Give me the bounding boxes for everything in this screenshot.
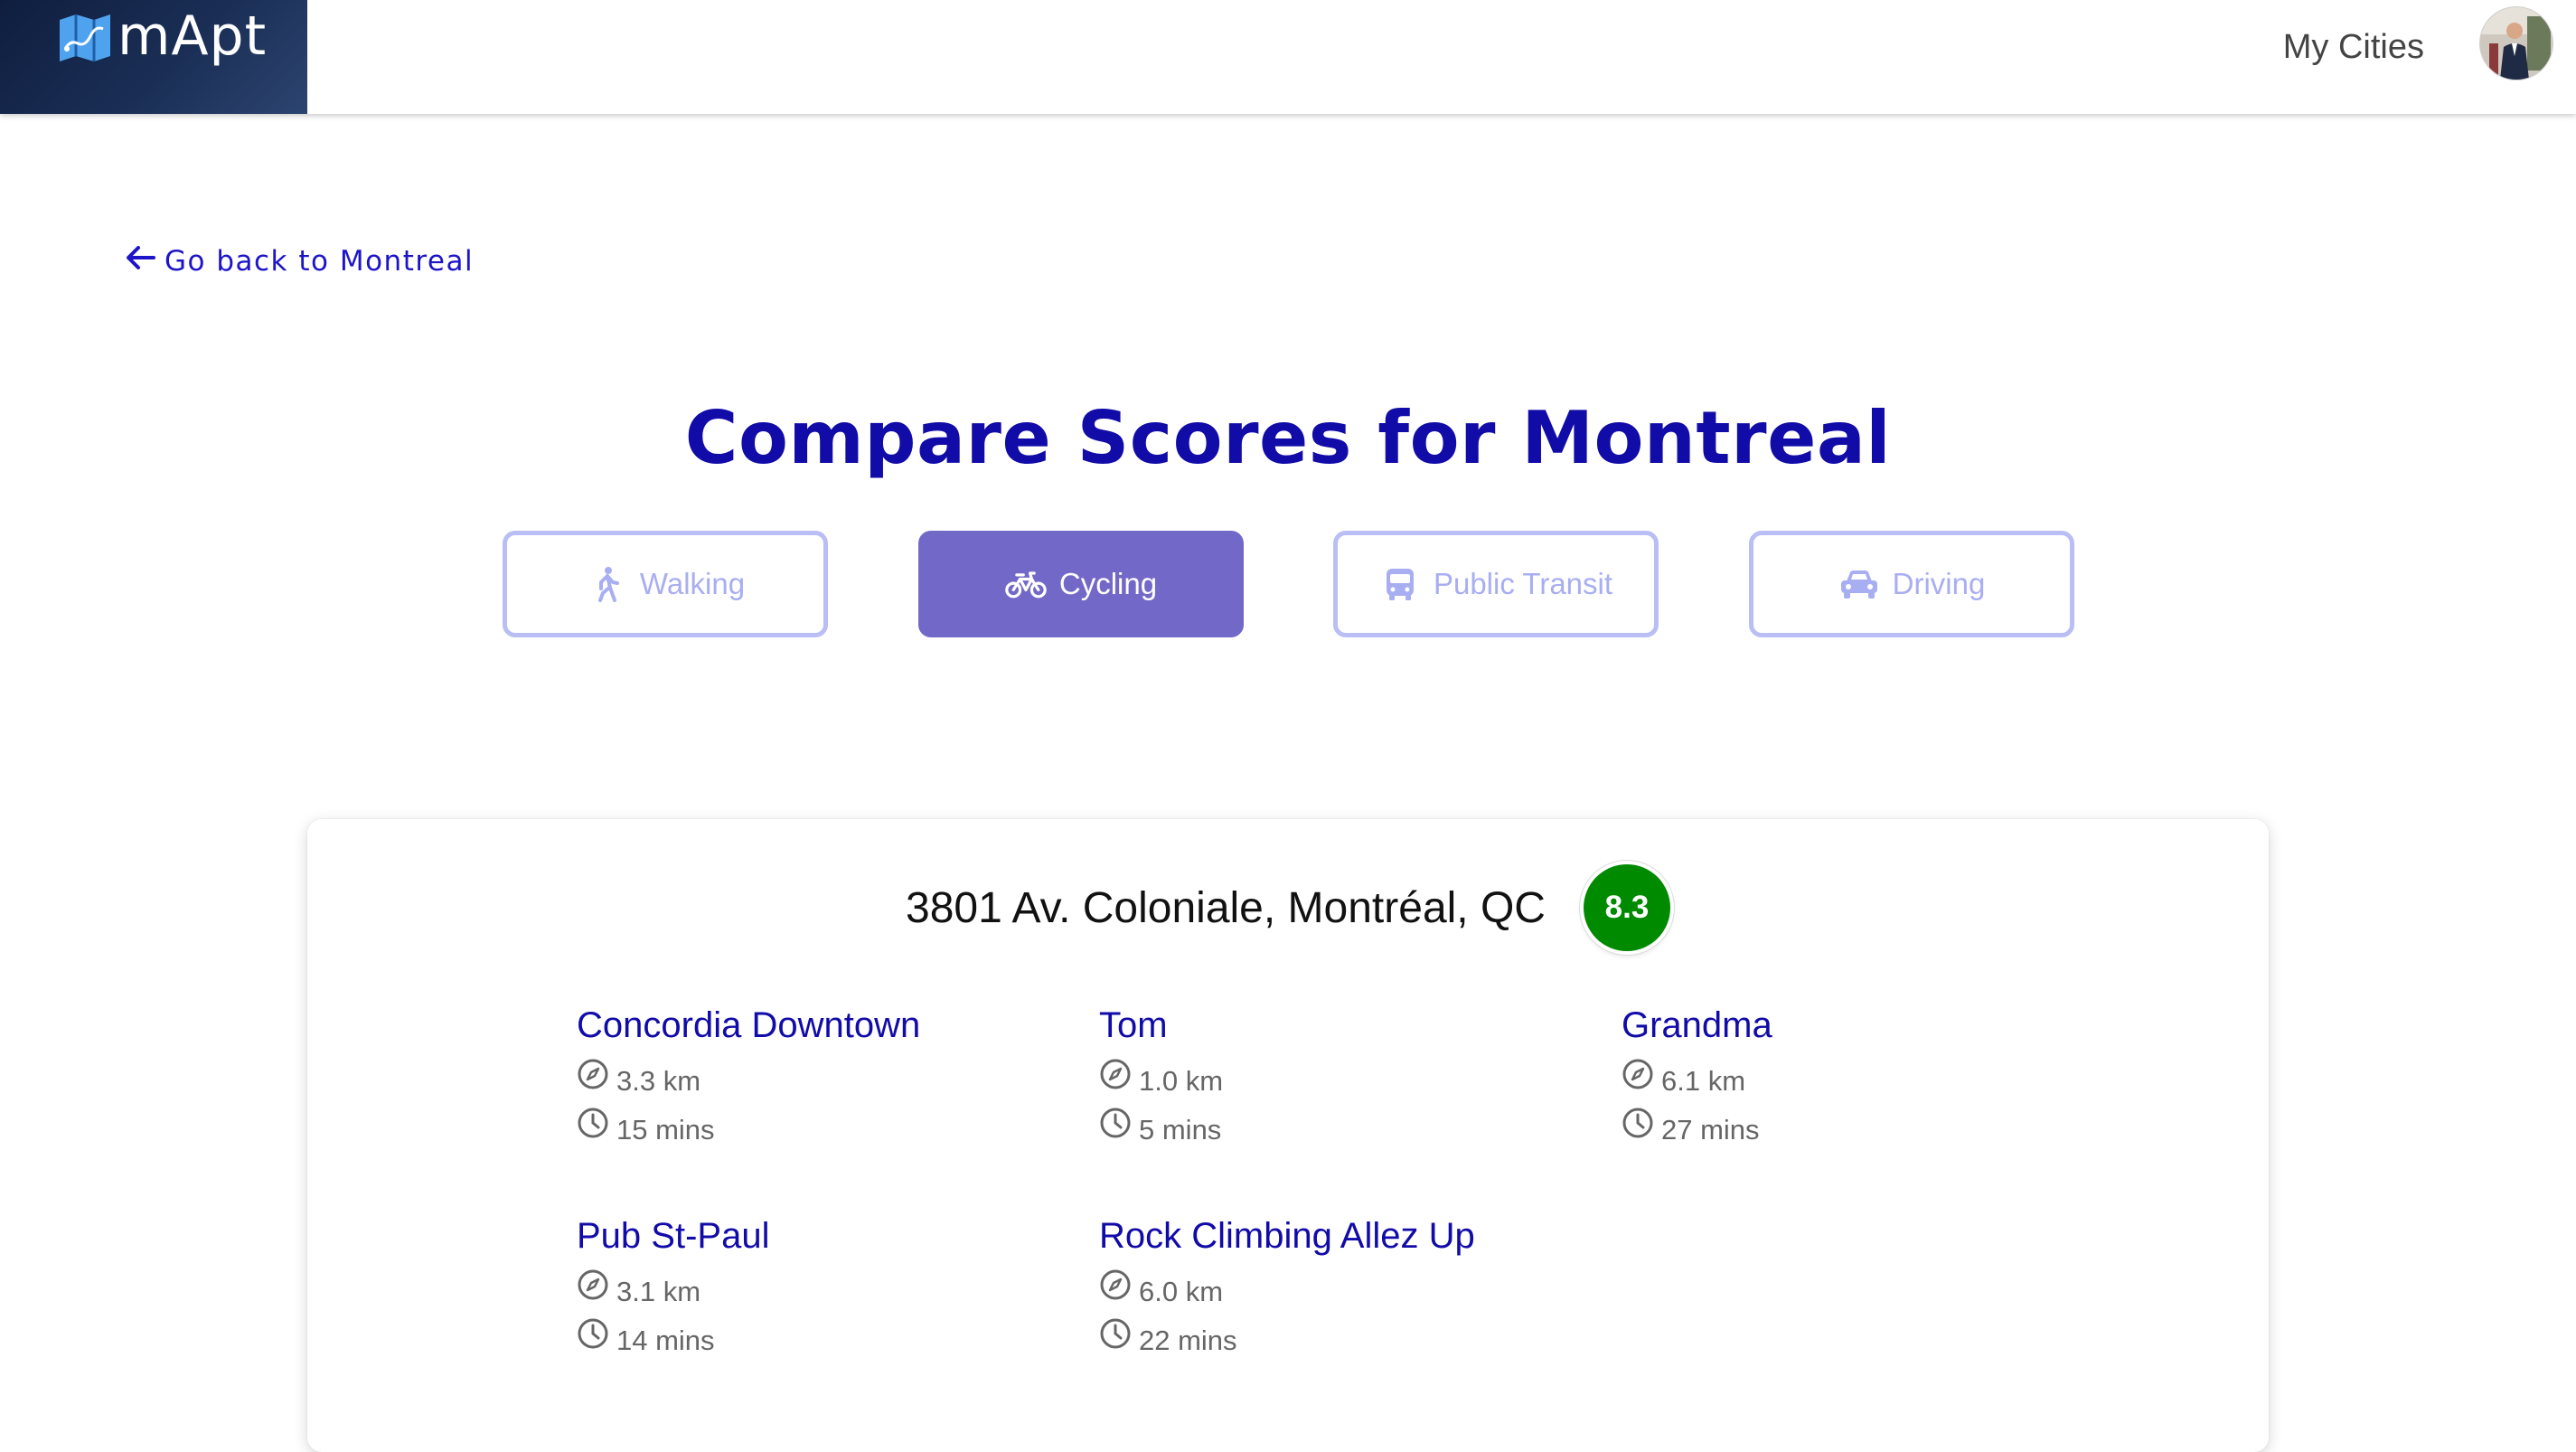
- map-logo-icon: [58, 13, 112, 63]
- clock-icon: [1622, 1106, 1654, 1155]
- back-link-label: Go back to Montreal: [165, 245, 475, 278]
- brand-name: mApt: [118, 5, 268, 68]
- time-value: 14 mins: [616, 1325, 715, 1356]
- distance-row: 1.0 km: [1099, 1057, 1569, 1106]
- score-badge: 8.3: [1583, 864, 1670, 951]
- clock-icon: [1099, 1316, 1132, 1365]
- destination-name[interactable]: Concordia Downtown: [577, 1003, 1047, 1048]
- destination-item: Concordia Downtown 3.3 km 15 mins: [577, 1003, 1047, 1155]
- tab-cycling[interactable]: Cycling: [918, 531, 1244, 637]
- distance-value: 1.0 km: [1139, 1065, 1224, 1097]
- tab-driving[interactable]: Driving: [1749, 531, 2074, 637]
- distance-value: 3.1 km: [616, 1276, 701, 1307]
- destination-item: Grandma 6.1 km 27 mins: [1622, 1003, 2092, 1155]
- back-to-city-link[interactable]: Go back to Montreal: [125, 244, 474, 278]
- destination-item: Rock Climbing Allez Up 6.0 km 22 mins: [1099, 1213, 1569, 1365]
- destination-item: Tom 1.0 km 5 mins: [1099, 1003, 1569, 1155]
- time-value: 5 mins: [1139, 1114, 1222, 1146]
- distance-value: 6.0 km: [1139, 1276, 1224, 1307]
- destination-name[interactable]: Grandma: [1622, 1003, 2092, 1048]
- destination-name[interactable]: Tom: [1099, 1003, 1569, 1048]
- tab-label: Public Transit: [1433, 567, 1613, 600]
- arrow-left-icon: [125, 244, 155, 278]
- time-row: 14 mins: [577, 1316, 1047, 1365]
- car-icon: [1838, 566, 1880, 602]
- compass-icon: [1099, 1268, 1132, 1316]
- bus-icon: [1379, 566, 1421, 602]
- tab-walking[interactable]: Walking: [503, 531, 828, 637]
- distance-row: 3.3 km: [577, 1057, 1047, 1106]
- page-title: Compare Scores for Montreal: [684, 396, 1892, 480]
- address-score-card: 3801 Av. Coloniale, Montréal, QC 8.3 Con…: [307, 819, 2269, 1452]
- destination-name[interactable]: Rock Climbing Allez Up: [1099, 1213, 1569, 1259]
- time-row: 22 mins: [1099, 1316, 1569, 1365]
- tab-label: Cycling: [1058, 567, 1158, 600]
- compass-icon: [1099, 1057, 1132, 1106]
- clock-icon: [1099, 1106, 1132, 1155]
- destination-item: Pub St-Paul 3.1 km 14 mins: [577, 1213, 1047, 1365]
- destination-name[interactable]: Pub St-Paul: [577, 1213, 1047, 1259]
- avatar[interactable]: [2480, 7, 2552, 80]
- top-navbar: mApt My Cities: [0, 0, 2576, 114]
- distance-row: 6.0 km: [1099, 1268, 1569, 1316]
- distance-value: 3.3 km: [616, 1065, 701, 1097]
- walking-icon: [586, 566, 627, 602]
- time-row: 27 mins: [1622, 1106, 2092, 1155]
- nav-my-cities-link[interactable]: My Cities: [2283, 24, 2424, 71]
- compass-icon: [1622, 1057, 1654, 1106]
- address-row: 3801 Av. Coloniale, Montréal, QC 8.3: [307, 864, 2269, 951]
- clock-icon: [577, 1316, 609, 1365]
- brand[interactable]: mApt: [0, 0, 307, 114]
- compass-icon: [577, 1057, 609, 1106]
- tab-public-transit[interactable]: Public Transit: [1333, 531, 1659, 637]
- time-value: 22 mins: [1139, 1325, 1237, 1356]
- time-value: 27 mins: [1661, 1114, 1760, 1146]
- bicycle-icon: [1005, 566, 1047, 602]
- distance-row: 6.1 km: [1622, 1057, 2092, 1106]
- time-row: 5 mins: [1099, 1106, 1569, 1155]
- tab-label: Driving: [1892, 567, 1986, 600]
- distance-row: 3.1 km: [577, 1268, 1047, 1316]
- compass-icon: [577, 1268, 609, 1316]
- time-row: 15 mins: [577, 1106, 1047, 1155]
- address-title: 3801 Av. Coloniale, Montréal, QC: [906, 883, 1546, 932]
- distance-value: 6.1 km: [1661, 1065, 1746, 1097]
- time-value: 15 mins: [616, 1114, 715, 1146]
- tab-label: Walking: [639, 567, 746, 600]
- clock-icon: [577, 1106, 609, 1155]
